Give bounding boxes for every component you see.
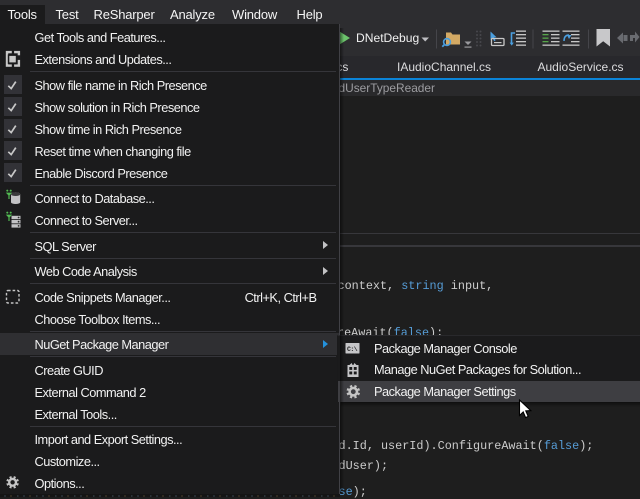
- svg-text:C:\: C:\: [347, 346, 358, 353]
